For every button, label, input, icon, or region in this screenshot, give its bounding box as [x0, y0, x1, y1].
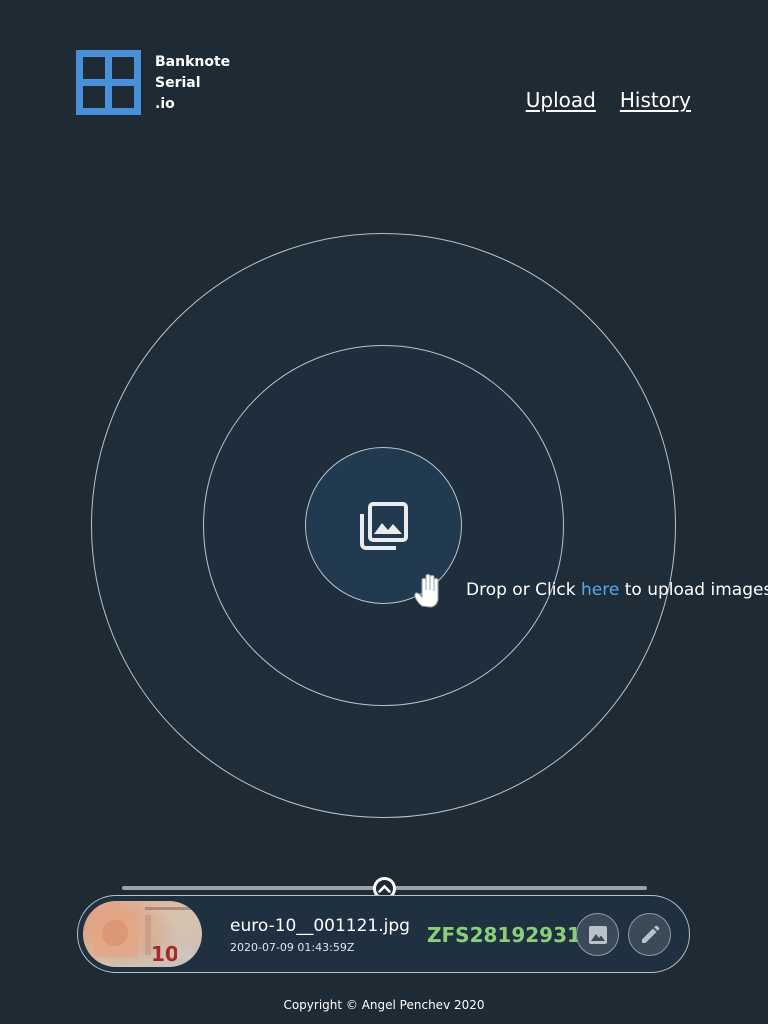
view-image-button[interactable] — [576, 913, 619, 956]
result-serial-number: ZFS28192931 — [427, 923, 581, 947]
upload-dropzone[interactable]: Drop or Click here to upload images — [0, 0, 768, 880]
dropzone-upload-link[interactable]: here — [581, 580, 619, 600]
svg-text:10: 10 — [151, 942, 179, 966]
result-file-name: euro-10__001121.jpg — [230, 916, 410, 936]
edit-serial-button[interactable] — [628, 913, 671, 956]
chevron-up-icon — [378, 884, 391, 893]
pencil-icon — [641, 925, 659, 943]
result-timestamp: 2020-07-09 01:43:59Z — [230, 941, 355, 954]
image-library-icon — [358, 500, 410, 552]
footer-copyright: Copyright © Angel Penchev 2020 — [283, 998, 485, 1012]
dropzone-text-before: Drop or Click — [466, 580, 582, 600]
dropzone-instruction: Drop or Click here to upload images — [466, 580, 768, 600]
hand-pointer-icon — [410, 570, 450, 610]
image-icon — [588, 925, 607, 944]
result-item[interactable]: 10 euro-10__001121.jpg 2020-07-09 01:43:… — [77, 895, 690, 973]
page: Banknote Serial .io Upload History Drop … — [0, 0, 768, 1024]
banknote-thumbnail[interactable]: 10 — [83, 901, 202, 967]
dropzone-text-after: to upload images — [619, 580, 768, 600]
